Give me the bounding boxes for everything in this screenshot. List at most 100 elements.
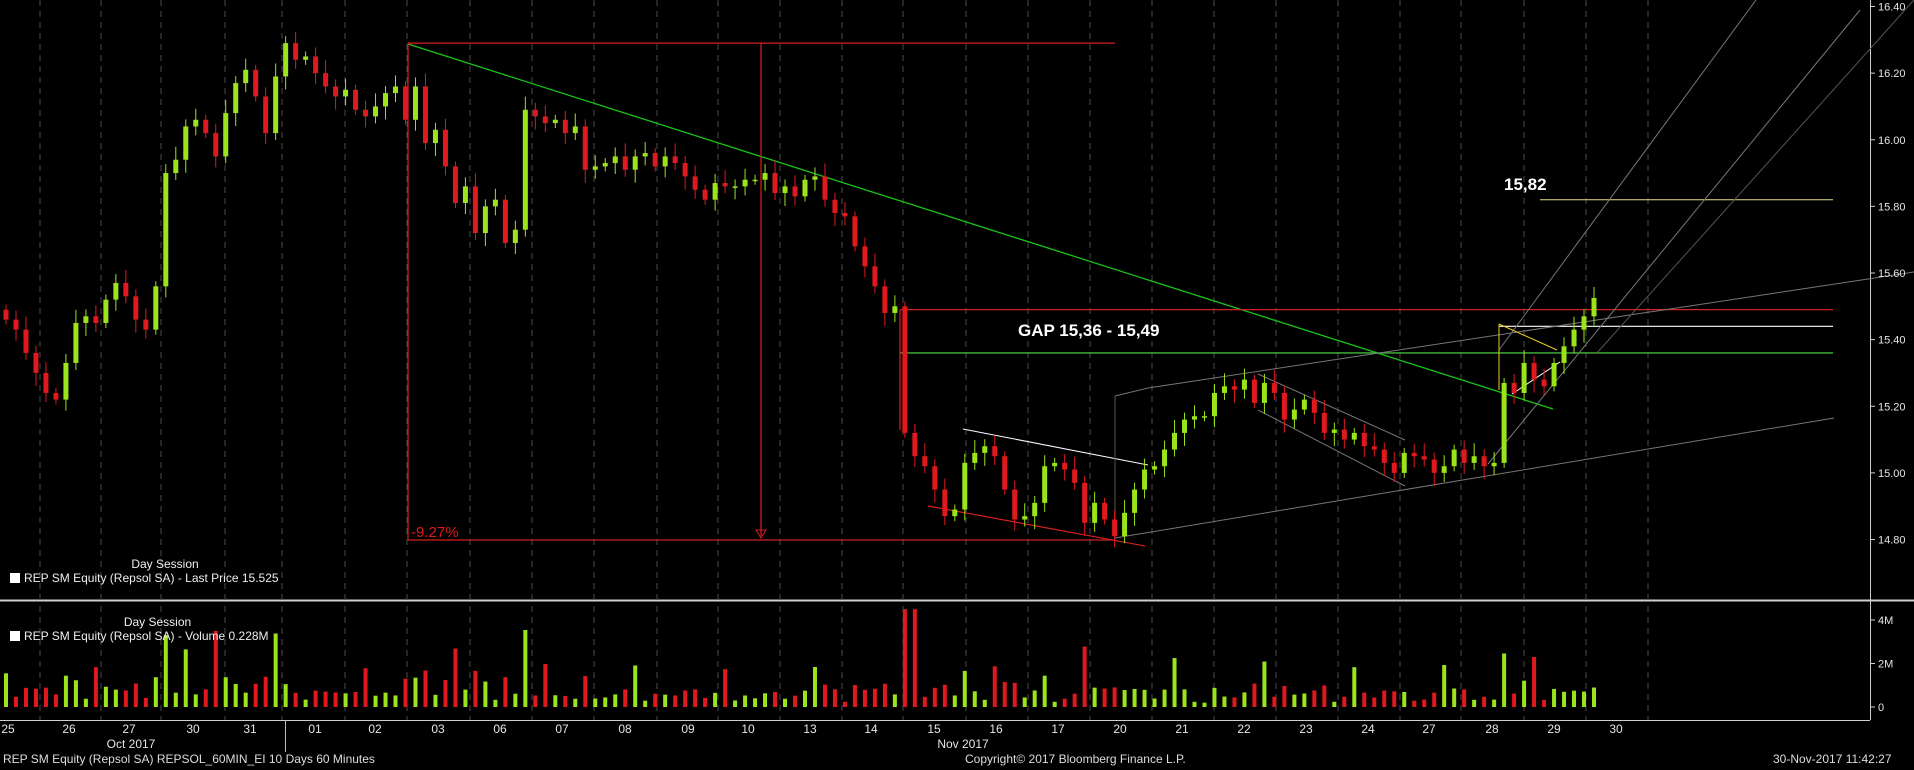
volume-bar	[293, 692, 298, 707]
candle-body	[952, 509, 958, 517]
volume-bar	[822, 684, 827, 707]
candle-body	[1351, 432, 1357, 440]
candle-body	[393, 86, 399, 94]
volume-bar	[1272, 696, 1277, 707]
volume-bar	[793, 695, 798, 707]
volume-bar	[1512, 693, 1517, 707]
candle-body	[492, 199, 498, 207]
candle-body	[1052, 462, 1058, 467]
candle-body	[562, 119, 568, 134]
price-tick-label: 16.40	[1878, 2, 1906, 14]
x-tick-label: 26	[62, 722, 76, 736]
candle-body	[153, 286, 159, 330]
candle-body	[482, 206, 488, 234]
volume-bar	[193, 694, 198, 707]
candle-body	[1152, 466, 1158, 470]
volume-bar	[313, 690, 318, 707]
candle-body	[263, 96, 269, 134]
x-tick-label: 15	[927, 722, 941, 736]
candle-body	[1491, 462, 1497, 467]
volume-bar	[483, 681, 488, 707]
volume-bar	[1492, 699, 1497, 707]
candle-body	[432, 129, 438, 144]
candle-body	[402, 86, 408, 120]
volume-bar	[812, 666, 817, 707]
candle-body	[512, 229, 518, 244]
candle-body	[762, 173, 768, 180]
volume-bar	[83, 698, 88, 707]
candle-body	[592, 166, 598, 170]
volume-bar	[1592, 687, 1596, 707]
candle-body	[143, 319, 149, 330]
candle-body	[1401, 452, 1407, 473]
volume-bar	[593, 698, 598, 707]
volume-bar	[63, 675, 68, 707]
x-tick-label: 16	[989, 722, 1003, 736]
x-tick-label: 29	[1547, 722, 1561, 736]
candle-body	[1092, 502, 1098, 523]
volume-bar	[942, 684, 947, 707]
volume-bar	[962, 670, 967, 707]
candle-body	[1281, 392, 1287, 420]
volume-tick-label: 4M	[1878, 615, 1893, 627]
candle-body	[532, 109, 538, 117]
volume-bar	[163, 635, 168, 707]
volume-bar	[203, 689, 208, 707]
volume-bar	[852, 685, 857, 707]
volume-bar	[1582, 691, 1587, 707]
price-tick-label: 15.00	[1878, 468, 1906, 480]
volume-bar	[463, 689, 468, 707]
volume-bar	[862, 689, 867, 707]
price-legend: Day Session REP SM Equity (Repsol SA) - …	[10, 557, 320, 585]
volume-bar	[1252, 683, 1257, 707]
candle-body	[1032, 502, 1038, 517]
candle-body	[193, 119, 199, 127]
candle-body	[792, 186, 798, 197]
volume-bar	[263, 676, 268, 707]
volume-bar	[563, 695, 568, 707]
candle-body	[892, 306, 898, 313]
volume-bar	[1132, 688, 1137, 707]
volume-bar	[343, 693, 348, 707]
volume-bar	[493, 699, 498, 707]
candle-body	[832, 199, 838, 214]
volume-bar	[643, 700, 648, 707]
candle-body	[1231, 386, 1237, 390]
volume-bar	[503, 677, 508, 707]
candle-body	[1341, 429, 1347, 440]
candle-body	[1581, 316, 1587, 330]
volume-bar	[23, 687, 28, 707]
candle-body	[842, 213, 848, 217]
volume-bar	[992, 666, 997, 707]
volume-bar	[673, 695, 678, 707]
candle-body	[922, 456, 928, 467]
candle-body	[253, 69, 259, 97]
x-tick-label: 01	[308, 722, 322, 736]
candle-body	[812, 176, 818, 180]
volume-session-label: Day Session	[123, 615, 192, 629]
volume-bar	[1232, 697, 1237, 707]
volume-bar	[173, 692, 178, 707]
x-tick-label: 10	[741, 722, 755, 736]
volume-bar	[802, 690, 807, 707]
volume-bar	[363, 668, 368, 707]
candle-body	[283, 43, 289, 77]
candle-body	[1201, 416, 1207, 418]
gap-annotation: GAP 15,36 - 15,49	[1018, 321, 1159, 340]
candle-body	[243, 69, 249, 84]
x-tick-label: 21	[1175, 722, 1189, 736]
candle-body	[333, 86, 339, 97]
candle-body	[1511, 382, 1517, 393]
candle-body	[93, 316, 99, 323]
x-tick-label: 06	[493, 722, 507, 736]
volume-bar	[383, 692, 388, 707]
candle-body	[313, 56, 319, 74]
volume-bar	[1522, 680, 1527, 707]
candle-body	[223, 113, 229, 157]
price-session-label: Day Session	[131, 557, 199, 571]
volume-bar	[1422, 699, 1427, 707]
x-tick-label: 22	[1237, 722, 1251, 736]
volume-bar	[1292, 694, 1297, 707]
volume-bar	[972, 691, 977, 707]
volume-bar	[403, 678, 408, 707]
